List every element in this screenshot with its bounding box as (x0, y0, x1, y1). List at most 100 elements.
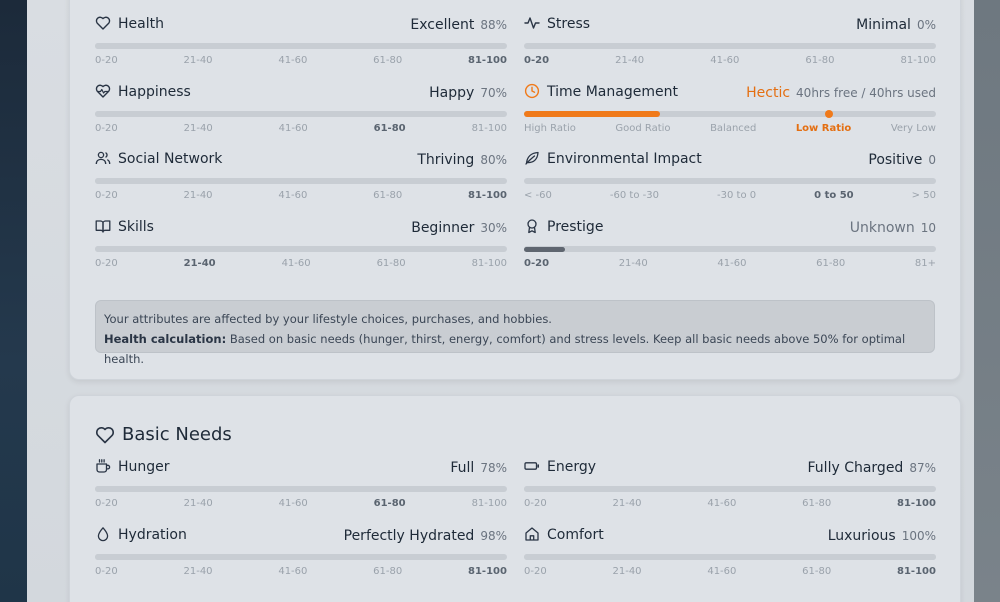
attribute-name: Social Network (118, 151, 223, 167)
range-ticks: High Ratio Good Ratio Balanced Low Ratio Ver… (524, 123, 936, 135)
attribute-value: 0% (916, 18, 936, 32)
range-ticks: 0-20 21-40 41-60 61-80 81-100 (95, 55, 507, 67)
progress-track (95, 554, 507, 560)
attribute-social-network: Social Network Thriving 80% 0-20 21-40 41-6… (95, 149, 507, 203)
range-tick-label: 41-60 (707, 498, 737, 509)
range-tick-label: 81-100 (471, 498, 507, 509)
range-tick-label: 0-20 (95, 498, 118, 509)
range-tick-label: 0 to 50 (814, 190, 854, 201)
progress-fill (524, 486, 883, 492)
range-tick-label: 41-60 (278, 55, 308, 66)
range-tick-label: 21-40 (183, 190, 213, 201)
range-tick-label: 0-20 (524, 498, 547, 509)
range-tick-label: Balanced (710, 123, 757, 134)
need-name: Energy (547, 459, 597, 475)
notice-line-2: Health calculation: Based on basic needs… (104, 329, 926, 369)
range-tick-label: Good Ratio (615, 123, 671, 134)
progress-fill (95, 111, 384, 117)
range-ticks: 0-20 21-40 41-60 61-80 81-100 (524, 566, 936, 578)
range-tick-label: 0-20 (95, 258, 118, 269)
range-tick-label: 81-100 (471, 258, 507, 269)
range-tick-label: 81-100 (471, 123, 507, 134)
attribute-status: Positive (868, 152, 923, 168)
range-tick-label: 61-80 (373, 566, 403, 577)
range-ticks: 0-20 21-40 41-60 61-80 81-100 (95, 190, 507, 202)
need-value: 98% (480, 529, 507, 543)
progress-track (524, 486, 936, 492)
range-tick-label: 61-80 (373, 55, 403, 66)
need-value: 100% (901, 529, 936, 543)
range-tick-label: 21-40 (183, 498, 213, 509)
book-icon (95, 218, 111, 234)
attribute-name: Time Management (547, 84, 678, 100)
heart-pulse-icon (95, 83, 111, 99)
range-tick-label: 61-80 (816, 258, 846, 269)
attribute-status: Thriving (417, 152, 475, 168)
range-tick-label: 41-60 (717, 258, 747, 269)
notice-line-1: Your attributes are affected by your lif… (104, 312, 552, 326)
range-tick-label: 61-80 (373, 190, 403, 201)
need-hydration: Hydration Perfectly Hydrated 98% 0-20 21-4… (95, 525, 507, 579)
range-tick-label: 41-60 (278, 123, 308, 134)
range-tick-label: -60 to -30 (609, 190, 659, 201)
need-value: 87% (909, 461, 936, 475)
attribute-name: Prestige (547, 219, 604, 235)
range-tick-label: 21-40 (183, 123, 213, 134)
clock-icon (524, 83, 540, 99)
home-icon (524, 526, 540, 542)
range-tick-label: 41-60 (707, 566, 737, 577)
range-ticks: 0-20 21-40 41-60 61-80 81-100 (524, 498, 936, 510)
coffee-cup-icon (95, 458, 111, 474)
range-tick-label: 81-100 (468, 55, 507, 66)
range-tick-label: 21-40 (183, 258, 216, 269)
pulse-icon (524, 15, 540, 31)
range-tick-label: 0-20 (524, 55, 550, 66)
range-tick-label: 21-40 (612, 566, 642, 577)
users-icon (95, 150, 111, 166)
progress-track (95, 246, 507, 252)
need-hunger: Hunger Full 78% 0-20 21-40 41-60 61-80 81-100 (95, 457, 507, 511)
attribute-name: Happiness (118, 84, 191, 100)
range-tick-label: 41-60 (278, 190, 308, 201)
range-tick-label: 21-40 (183, 55, 213, 66)
range-tick-label: 0-20 (524, 566, 547, 577)
range-ticks: 0-20 21-40 41-60 61-80 81+ (524, 258, 936, 270)
range-tick-label: 41-60 (710, 55, 740, 66)
progress-fill (95, 486, 417, 492)
attribute-value: 0 (928, 153, 936, 167)
attribute-name: Environmental Impact (547, 151, 702, 167)
range-tick-label: 61-80 (373, 123, 406, 134)
range-tick-label: 41-60 (278, 498, 308, 509)
progress-track (524, 246, 936, 252)
attribute-status: Unknown (849, 220, 915, 236)
attribute-value: 40hrs free / 40hrs used (796, 86, 936, 100)
attribute-name: Health (118, 16, 164, 32)
progress-track (95, 178, 507, 184)
level-marker (824, 110, 833, 118)
range-tick-label: 61-80 (805, 55, 835, 66)
need-status: Luxurious (827, 528, 896, 544)
range-tick-label: 21-40 (615, 55, 645, 66)
attribute-status: Beginner (411, 220, 475, 236)
range-ticks: 0-20 21-40 41-60 61-80 81-100 (95, 498, 507, 510)
left-sidebar-edge (0, 0, 27, 602)
progress-fill (95, 246, 219, 252)
range-tick-label: 81-100 (897, 498, 936, 509)
progress-fill (95, 43, 458, 49)
attribute-time-management: Time Management Hectic 40hrs free / 40hrs… (524, 82, 936, 136)
need-status: Full (450, 460, 475, 476)
progress-fill (524, 554, 936, 560)
droplet-icon (95, 526, 111, 542)
progress-track (95, 43, 507, 49)
range-tick-label: > 50 (911, 190, 936, 201)
range-tick-label: 0-20 (524, 258, 550, 269)
leaf-icon (524, 150, 540, 166)
progress-fill (95, 554, 499, 560)
section-title: Basic Needs (122, 424, 232, 445)
award-icon (524, 218, 540, 234)
range-tick-label: < -60 (524, 190, 552, 201)
range-tick-label: 41-60 (278, 566, 308, 577)
range-tick-label: 81-100 (897, 566, 936, 577)
heart-icon (95, 15, 111, 31)
need-status: Fully Charged (807, 460, 904, 476)
